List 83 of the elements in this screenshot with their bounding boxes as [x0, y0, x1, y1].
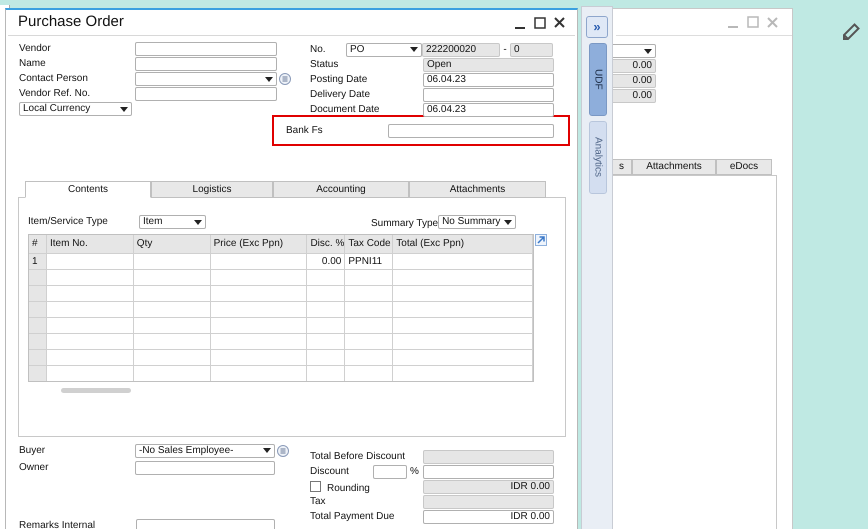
field-label: Bank Fs — [286, 124, 324, 138]
caret-icon — [194, 220, 202, 224]
dropdown[interactable] — [611, 44, 656, 58]
column-header[interactable]: Total (Exc Ppn) — [393, 235, 533, 253]
text-field[interactable] — [423, 464, 554, 478]
tab[interactable]: Attachments — [409, 181, 546, 198]
text-field[interactable]: Open — [423, 58, 554, 72]
rounding-checkbox[interactable] — [310, 481, 321, 492]
text-field[interactable] — [135, 42, 277, 56]
text-field[interactable] — [423, 450, 554, 464]
tab[interactable]: Logistics — [151, 181, 273, 198]
field-label: Name — [19, 57, 47, 71]
field-label: Tax — [310, 494, 327, 508]
caret-icon — [120, 106, 128, 112]
pencil-icon[interactable] — [842, 23, 860, 41]
caret-icon — [504, 220, 512, 224]
column-header[interactable]: Item No. — [46, 235, 134, 253]
field-label: Total Payment Due — [310, 510, 396, 524]
caret-icon — [644, 48, 652, 54]
field-label: Item/Service Type — [28, 215, 109, 229]
row-header-cell: 1 — [29, 254, 47, 269]
column-header[interactable]: Price (Exc Ppn) — [210, 235, 308, 253]
expand-icon[interactable] — [535, 234, 547, 246]
field-label: Status — [310, 58, 340, 72]
field-label: Document Date — [310, 103, 380, 117]
text-field[interactable]: 0.00 — [611, 89, 656, 103]
text-field[interactable]: 06.04.23 — [423, 103, 554, 117]
item-type-dropdown[interactable]: Item — [139, 215, 206, 229]
scrollbar-thumb[interactable] — [61, 388, 131, 393]
text-field[interactable] — [135, 57, 277, 71]
column-header[interactable]: # — [29, 235, 47, 253]
table-cell: PPNI11 — [345, 254, 394, 269]
buyer-dropdown[interactable]: -No Sales Employee- — [135, 444, 275, 458]
percent-sign: % — [410, 465, 419, 479]
field-label: Vendor Ref. No. — [19, 87, 92, 101]
series-dropdown[interactable]: PO — [346, 42, 422, 56]
text-field[interactable] — [423, 88, 554, 102]
text-field[interactable] — [135, 460, 275, 474]
currency-dropdown[interactable]: Local Currency — [19, 102, 132, 116]
caret-icon — [265, 76, 273, 82]
text-field[interactable] — [388, 124, 554, 138]
text-field[interactable]: 0 — [510, 42, 553, 56]
column-header[interactable]: Disc. % — [307, 235, 346, 253]
field-label: Rounding — [327, 482, 370, 494]
close-icon[interactable] — [554, 17, 565, 28]
text-field[interactable]: IDR 0.00 — [423, 480, 554, 494]
column-header[interactable]: Tax Code — [345, 235, 394, 253]
text-field[interactable]: 06.04.23 — [423, 73, 554, 87]
field-label: Buyer — [19, 444, 46, 458]
caret-icon — [263, 448, 271, 453]
text-field[interactable]: IDR 0.00 — [423, 510, 554, 524]
text-field[interactable] — [373, 464, 407, 478]
tab[interactable]: Attachments — [632, 159, 716, 175]
field-label: Summary Type — [371, 218, 438, 229]
field-label: Contact Person — [19, 72, 89, 86]
window-title: Purchase Order — [18, 12, 124, 32]
tab[interactable]: Accounting — [273, 181, 409, 198]
list-icon[interactable] — [277, 444, 289, 456]
field-label: Owner — [19, 460, 50, 474]
text-field[interactable] — [423, 494, 554, 508]
tab[interactable]: eDocs — [716, 159, 772, 175]
field-label: Total Before Discount — [310, 450, 406, 464]
side-tab[interactable]: UDF — [589, 43, 607, 116]
tab[interactable]: s — [611, 159, 632, 175]
field-label: Delivery Date — [310, 88, 372, 102]
maximize-icon[interactable] — [534, 16, 546, 28]
column-header[interactable]: Qty — [134, 235, 211, 253]
field-label: Remarks Internal — [19, 519, 96, 529]
expand-button[interactable]: » — [586, 16, 608, 38]
tab[interactable]: Contents — [25, 181, 151, 198]
text-field[interactable] — [135, 87, 277, 101]
field-label: No. — [310, 42, 327, 56]
table-cell: 0.00 — [307, 254, 346, 269]
text-field[interactable]: 0.00 — [611, 74, 656, 88]
text-field[interactable]: 0.00 — [611, 59, 656, 73]
field-label: Posting Date — [310, 73, 368, 87]
field-label: Vendor — [19, 42, 52, 56]
summary-type-dropdown[interactable]: No Summary — [438, 215, 516, 229]
list-icon[interactable] — [279, 73, 291, 85]
field-label: Discount — [310, 464, 350, 478]
caret-icon — [410, 47, 418, 52]
text-field[interactable]: 222200020 — [422, 42, 500, 56]
separator-text: - — [502, 43, 508, 57]
